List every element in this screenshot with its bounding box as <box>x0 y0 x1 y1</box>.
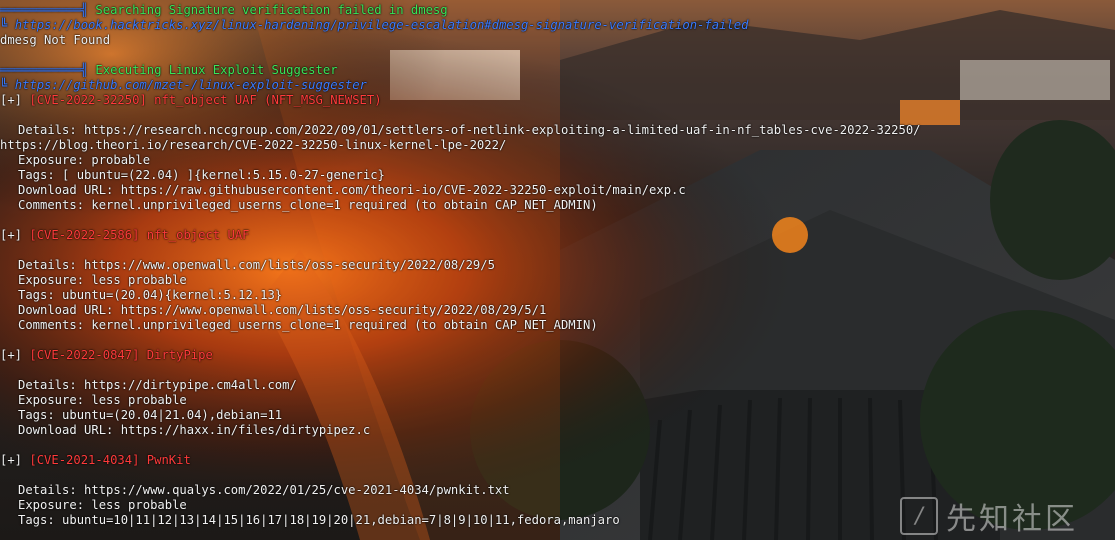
exploit-header: [+] [CVE-2022-0847] DirtyPipe <box>0 348 213 362</box>
watermark-text: 先知社区 <box>946 502 1078 537</box>
section-header-suggester: ═══════════╣ Executing Linux Exploit Sug… <box>0 63 338 77</box>
exploit-details: Details: https://www.qualys.com/2022/01/… <box>18 483 510 497</box>
exploit-header: [+] [CVE-2022-2586] nft_object UAF <box>0 228 250 242</box>
exploit-details: Details: https://research.nccgroup.com/2… <box>18 123 921 137</box>
section-link-dmesg[interactable]: ╚ https://book.hacktricks.xyz/linux-hard… <box>0 18 748 33</box>
exploit-details: Details: https://dirtypipe.cm4all.com/ <box>18 378 297 392</box>
exploit-tags: Tags: ubuntu=(20.04){kernel:5.12.13} <box>18 288 283 302</box>
terminal-output: ═══════════╣ Searching Signature verific… <box>0 0 1115 540</box>
exploit-comments: Comments: kernel.unprivileged_userns_clo… <box>18 318 598 332</box>
watermark-logo-icon: / <box>900 497 938 535</box>
exploit-details: Details: https://www.openwall.com/lists/… <box>18 258 495 272</box>
exploit-download: Download URL: https://www.openwall.com/l… <box>18 303 547 317</box>
exploit-comments: Comments: kernel.unprivileged_userns_clo… <box>18 198 598 212</box>
exploit-exposure: Exposure: probable <box>18 153 151 167</box>
dmesg-result: dmesg Not Found <box>0 33 111 47</box>
section-link-suggester[interactable]: ╚ https://github.com/mzet-/linux-exploit… <box>0 78 367 93</box>
exploit-exposure: Exposure: less probable <box>18 498 187 512</box>
exploit-exposure: Exposure: less probable <box>18 393 187 407</box>
exploit-header: [+] [CVE-2021-4034] PwnKit <box>0 453 191 467</box>
exploit-tags: Tags: [ ubuntu=(22.04) ]{kernel:5.15.0-2… <box>18 168 385 182</box>
exploit-download: Download URL: https://raw.githubusercont… <box>18 183 686 197</box>
section-header-dmesg: ═══════════╣ Searching Signature verific… <box>0 3 448 17</box>
exploit-exposure: Exposure: less probable <box>18 273 187 287</box>
exploit-download: Download URL: https://haxx.in/files/dirt… <box>18 423 371 437</box>
exploit-tags: Tags: ubuntu=(20.04|21.04),debian=11 <box>18 408 283 422</box>
site-watermark: / 先知社区 <box>900 496 1105 537</box>
exploit-tags: Tags: ubuntu=10|11|12|13|14|15|16|17|18|… <box>18 513 620 527</box>
exploit-details-wrap: https://blog.theori.io/research/CVE-2022… <box>0 138 507 152</box>
exploit-header: [+] [CVE-2022-32250] nft_object UAF (NFT… <box>0 93 382 107</box>
